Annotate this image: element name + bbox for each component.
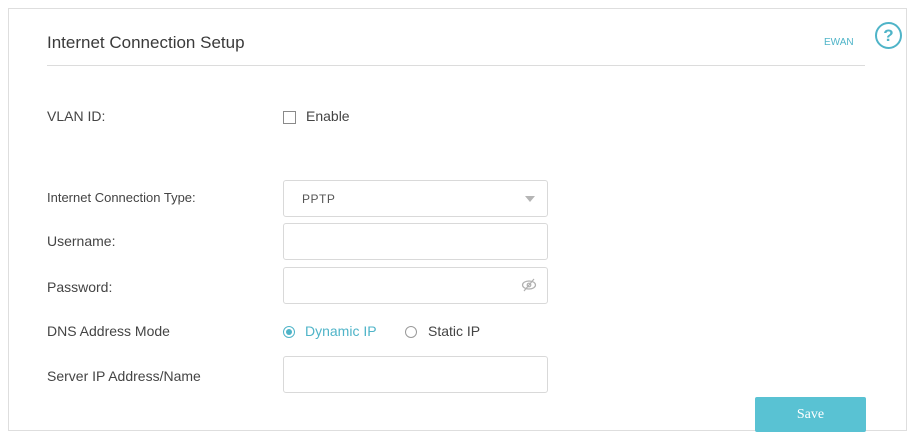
header-divider	[47, 65, 865, 66]
connection-type-value: PPTP	[302, 192, 336, 206]
vlan-enable-label[interactable]: Enable	[306, 108, 350, 124]
vlan-id-label: VLAN ID:	[47, 108, 106, 124]
dns-static-ip-label[interactable]: Static IP	[428, 323, 480, 339]
username-input[interactable]	[283, 223, 548, 260]
connection-setup-panel: Internet Connection Setup EWAN ? VLAN ID…	[8, 8, 907, 432]
help-icon[interactable]: ?	[875, 22, 902, 49]
chevron-down-icon	[525, 196, 535, 202]
password-label: Password:	[47, 279, 113, 295]
ewan-link[interactable]: EWAN	[824, 37, 854, 48]
connection-type-label: Internet Connection Type:	[47, 190, 196, 205]
username-label: Username:	[47, 233, 116, 249]
vlan-enable-checkbox[interactable]	[283, 111, 296, 124]
server-ip-input[interactable]	[283, 356, 548, 393]
connection-type-select[interactable]: PPTP	[283, 180, 548, 217]
dns-dynamic-ip-label[interactable]: Dynamic IP	[305, 323, 377, 339]
page-title: Internet Connection Setup	[47, 33, 245, 52]
dns-dynamic-ip-radio[interactable]	[283, 326, 295, 338]
dns-static-ip-radio[interactable]	[405, 326, 417, 338]
dns-mode-label: DNS Address Mode	[47, 323, 170, 339]
server-ip-label: Server IP Address/Name	[47, 368, 201, 384]
eye-slash-icon[interactable]	[521, 278, 537, 292]
save-button[interactable]: Save	[755, 397, 866, 432]
password-input[interactable]	[283, 267, 548, 304]
